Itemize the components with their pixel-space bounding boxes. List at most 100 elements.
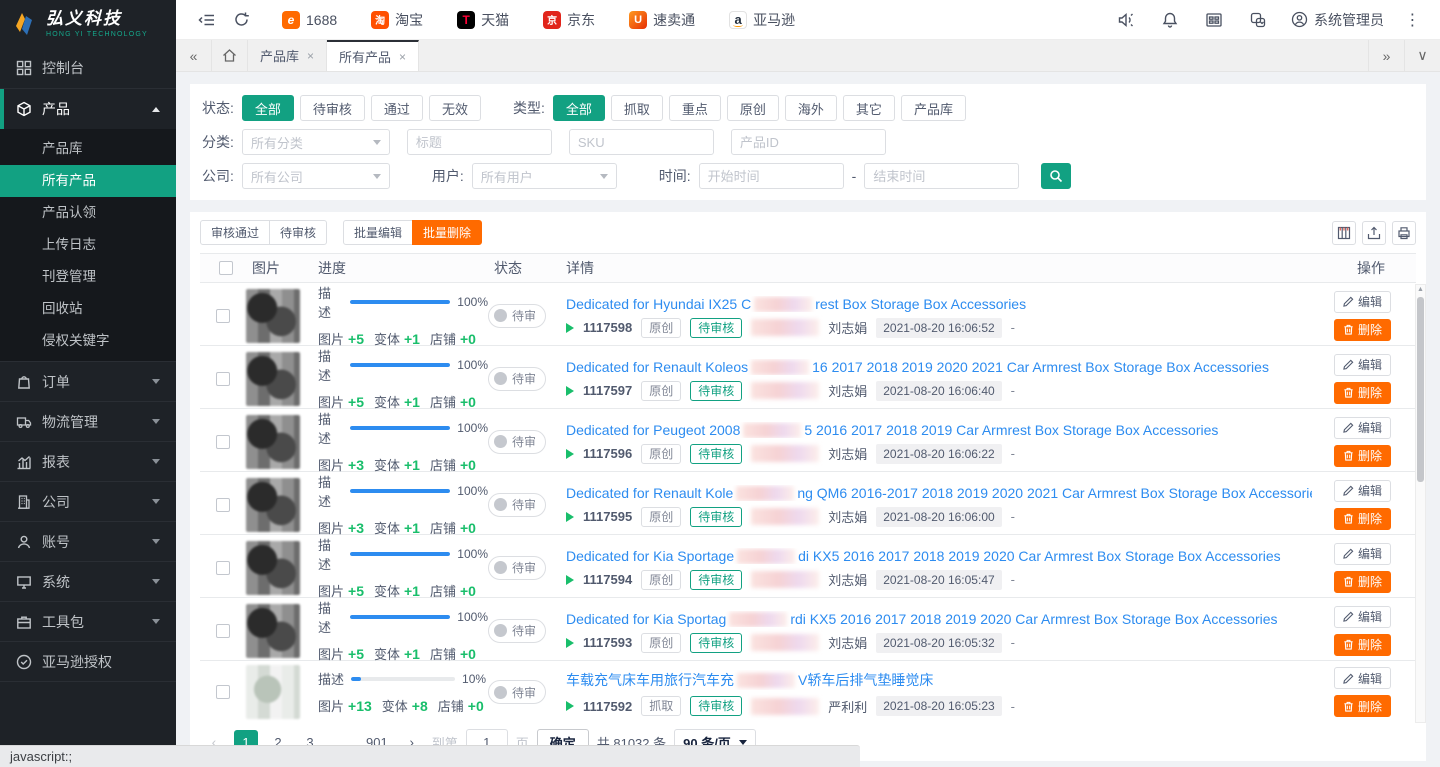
sidebar-item-infringing-keywords[interactable]: 侵权关键字: [0, 325, 176, 357]
scrollbar-thumb[interactable]: [1417, 297, 1424, 482]
product-title-link[interactable]: Dedicated for Kia Sportagrdi KX5 2016 20…: [566, 611, 1312, 627]
approve-button[interactable]: 审核通过: [200, 220, 270, 245]
search-button[interactable]: [1041, 163, 1071, 189]
play-icon[interactable]: [566, 701, 574, 711]
platform-aliexpress[interactable]: U 速卖通: [629, 10, 695, 30]
select-all-checkbox[interactable]: [219, 261, 233, 275]
edit-button[interactable]: 编辑: [1334, 667, 1391, 689]
user-menu[interactable]: 系统管理员: [1285, 10, 1390, 30]
tabs-scroll-right-icon[interactable]: »: [1368, 40, 1404, 71]
product-image[interactable]: [246, 289, 300, 343]
row-checkbox[interactable]: [216, 435, 230, 449]
product-title-link[interactable]: Dedicated for Kia Sportagedi KX5 2016 20…: [566, 548, 1312, 564]
notification-bell-icon[interactable]: [1153, 0, 1187, 40]
platform-amazon[interactable]: a 亚马逊: [729, 10, 795, 30]
status-filter-invalid[interactable]: 无效: [429, 95, 481, 121]
apps-grid-icon[interactable]: [1197, 0, 1231, 40]
sidebar-item-product[interactable]: 产品: [0, 89, 176, 129]
company-select[interactable]: 所有公司: [242, 163, 390, 189]
row-checkbox[interactable]: [216, 685, 230, 699]
status-filter-pending[interactable]: 待审核: [300, 95, 365, 121]
status-filter-approved[interactable]: 通过: [371, 95, 423, 121]
type-filter-scraped[interactable]: 抓取: [611, 95, 663, 121]
more-options-icon[interactable]: ⋮: [1400, 10, 1426, 30]
sidebar-item-system[interactable]: 系统: [0, 561, 176, 601]
product-image[interactable]: [246, 478, 300, 532]
sidebar-item-listing-mgmt[interactable]: 刊登管理: [0, 261, 176, 293]
product-title-link[interactable]: Dedicated for Hyundai IX25 Crest Box Sto…: [566, 296, 1312, 312]
close-icon[interactable]: ×: [307, 49, 314, 63]
product-title-link[interactable]: Dedicated for Peugeot 20085 2016 2017 20…: [566, 422, 1312, 438]
product-image[interactable]: [246, 665, 300, 719]
platform-jd[interactable]: 京 京东: [543, 10, 595, 30]
title-search-input[interactable]: [407, 129, 552, 155]
menu-fold-icon[interactable]: [190, 0, 224, 40]
start-time-input[interactable]: [699, 163, 844, 189]
product-title-link[interactable]: Dedicated for Renault Koleng QM6 2016-20…: [566, 485, 1312, 501]
row-checkbox[interactable]: [216, 561, 230, 575]
type-filter-all[interactable]: 全部: [553, 95, 605, 121]
row-checkbox[interactable]: [216, 372, 230, 386]
product-image[interactable]: [246, 541, 300, 595]
play-icon[interactable]: [566, 449, 574, 459]
export-icon[interactable]: [1362, 221, 1386, 245]
platform-1688[interactable]: e 1688: [282, 11, 337, 29]
type-filter-key[interactable]: 重点: [669, 95, 721, 121]
table-scrollbar[interactable]: ▲: [1415, 284, 1426, 723]
delete-button[interactable]: 删除: [1334, 695, 1391, 717]
product-image[interactable]: [246, 604, 300, 658]
edit-button[interactable]: 编辑: [1334, 543, 1391, 565]
tab-product-library[interactable]: 产品库 ×: [248, 40, 327, 71]
sidebar-item-order[interactable]: 订单: [0, 361, 176, 401]
sidebar-item-amazon-auth[interactable]: 亚马逊授权: [0, 641, 176, 681]
type-filter-other[interactable]: 其它: [843, 95, 895, 121]
product-id-search-input[interactable]: [731, 129, 886, 155]
sidebar-item-recycle-bin[interactable]: 回收站: [0, 293, 176, 325]
row-checkbox[interactable]: [216, 309, 230, 323]
scroll-up-icon[interactable]: ▲: [1417, 285, 1424, 295]
delete-button[interactable]: 删除: [1334, 634, 1391, 656]
column-settings-icon[interactable]: [1332, 221, 1356, 245]
category-select[interactable]: 所有分类: [242, 129, 390, 155]
edit-button[interactable]: 编辑: [1334, 480, 1391, 502]
delete-button[interactable]: 删除: [1334, 319, 1391, 341]
delete-button[interactable]: 删除: [1334, 571, 1391, 593]
close-icon[interactable]: ×: [399, 50, 406, 64]
type-filter-overseas[interactable]: 海外: [785, 95, 837, 121]
end-time-input[interactable]: [864, 163, 1019, 189]
type-filter-library[interactable]: 产品库: [901, 95, 966, 121]
sidebar-item-logistics[interactable]: 物流管理: [0, 401, 176, 441]
sidebar-item-product-claim[interactable]: 产品认领: [0, 197, 176, 229]
batch-delete-button[interactable]: 批量删除: [412, 220, 482, 245]
status-filter-all[interactable]: 全部: [242, 95, 294, 121]
set-pending-button[interactable]: 待审核: [269, 220, 327, 245]
sidebar-item-report[interactable]: 报表: [0, 441, 176, 481]
play-icon[interactable]: [566, 575, 574, 585]
delete-button[interactable]: 删除: [1334, 382, 1391, 404]
sidebar-item-upload-log[interactable]: 上传日志: [0, 229, 176, 261]
sidebar-item-company[interactable]: 公司: [0, 481, 176, 521]
sku-search-input[interactable]: [569, 129, 714, 155]
edit-button[interactable]: 编辑: [1334, 606, 1391, 628]
platform-taobao[interactable]: 淘 淘宝: [371, 10, 423, 30]
play-icon[interactable]: [566, 512, 574, 522]
batch-edit-button[interactable]: 批量编辑: [343, 220, 413, 245]
tab-all-products[interactable]: 所有产品 ×: [327, 40, 419, 71]
type-filter-original[interactable]: 原创: [727, 95, 779, 121]
sidebar-item-toolbox[interactable]: 工具包: [0, 601, 176, 641]
sidebar-item-dashboard[interactable]: 控制台: [0, 48, 176, 88]
edit-button[interactable]: 编辑: [1334, 291, 1391, 313]
platform-tmall[interactable]: T 天猫: [457, 10, 509, 30]
sidebar-item-account[interactable]: 账号: [0, 521, 176, 561]
sidebar-item-product-library[interactable]: 产品库: [0, 133, 176, 165]
refresh-icon[interactable]: [224, 0, 258, 40]
tabs-scroll-left-icon[interactable]: «: [176, 40, 212, 71]
row-checkbox[interactable]: [216, 624, 230, 638]
delete-button[interactable]: 删除: [1334, 508, 1391, 530]
product-image[interactable]: [246, 352, 300, 406]
sidebar-item-all-products[interactable]: 所有产品: [0, 165, 176, 197]
switch-account-icon[interactable]: [1241, 0, 1275, 40]
play-icon[interactable]: [566, 638, 574, 648]
play-icon[interactable]: [566, 386, 574, 396]
home-tab-icon[interactable]: [212, 40, 248, 71]
